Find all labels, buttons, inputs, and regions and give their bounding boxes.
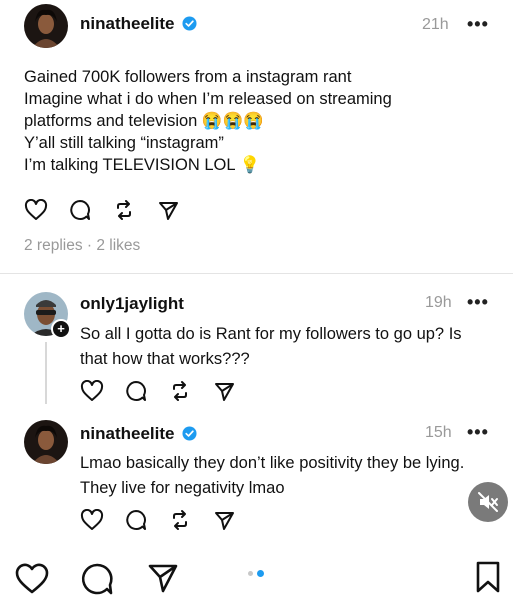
reply-text-line: that how that works???: [80, 350, 250, 368]
bookmark-icon: [476, 561, 500, 593]
bottom-share-button[interactable]: [146, 560, 180, 599]
repost-icon: [173, 510, 187, 530]
divider: [0, 273, 513, 274]
share-button[interactable]: [154, 196, 182, 224]
post-text-line: Gained 700K followers from a instagram r…: [24, 68, 352, 86]
comment-icon: [81, 563, 113, 595]
comment-button[interactable]: [122, 377, 150, 405]
comment-icon: [126, 381, 146, 401]
heart-icon: [15, 563, 49, 594]
mute-button[interactable]: [468, 482, 508, 522]
like-button[interactable]: [78, 506, 106, 534]
send-icon: [215, 512, 234, 530]
comment-button[interactable]: [66, 196, 94, 224]
heart-icon: [80, 509, 104, 530]
share-button[interactable]: [210, 377, 238, 405]
thread-line: [45, 342, 47, 404]
repost-icon: [117, 200, 131, 220]
post-text-line: platforms and television 😭😭😭: [24, 112, 264, 130]
avatar[interactable]: [24, 420, 68, 464]
post-time: 21h: [422, 16, 449, 33]
bottom-bookmark-button[interactable]: [474, 560, 502, 599]
username[interactable]: ninatheelite: [80, 14, 174, 33]
heart-icon: [80, 380, 104, 401]
reply-text-line: So all I gotta do is Rant for my followe…: [80, 325, 462, 343]
username[interactable]: only1jaylight: [80, 294, 184, 314]
comment-button[interactable]: [122, 506, 150, 534]
repost-button[interactable]: [166, 377, 194, 405]
verified-icon: [182, 16, 197, 31]
like-button[interactable]: [22, 196, 50, 224]
post-text-line: Y’all still talking “instagram”: [24, 134, 224, 152]
repost-button[interactable]: [166, 506, 194, 534]
page-dot-active: [257, 570, 264, 577]
bottom-like-button[interactable]: [14, 562, 50, 599]
post-text-line: I’m talking TELEVISION LOL 💡: [24, 156, 261, 174]
username[interactable]: ninatheelite: [80, 424, 174, 443]
heart-icon: [24, 199, 48, 220]
follow-plus-badge[interactable]: +: [51, 319, 71, 339]
comment-icon: [70, 200, 90, 220]
mute-icon: [478, 492, 498, 512]
avatar[interactable]: [24, 4, 68, 48]
reply-time: 15h: [425, 424, 452, 441]
comment-icon: [126, 510, 146, 530]
post-stats[interactable]: 2 replies · 2 likes: [24, 237, 140, 255]
more-options-button[interactable]: •••: [467, 292, 489, 313]
carousel-indicator: [248, 570, 264, 577]
more-options-button[interactable]: •••: [467, 422, 489, 443]
bottom-comment-button[interactable]: [80, 562, 114, 601]
reply-time: 19h: [425, 294, 452, 311]
post-text-line: Imagine what i do when I’m released on s…: [24, 90, 392, 108]
share-button[interactable]: [210, 506, 238, 534]
repost-icon: [173, 381, 187, 401]
verified-icon: [182, 426, 197, 441]
reply-text-line: They live for negativity lmao: [80, 479, 285, 497]
repost-button[interactable]: [110, 196, 138, 224]
reply-text-line: Lmao basically they don’t like positivit…: [80, 454, 465, 472]
more-options-button[interactable]: •••: [467, 14, 489, 35]
like-button[interactable]: [78, 377, 106, 405]
send-icon: [159, 202, 178, 220]
send-icon: [148, 564, 178, 593]
page-dot: [248, 571, 253, 576]
send-icon: [215, 383, 234, 401]
